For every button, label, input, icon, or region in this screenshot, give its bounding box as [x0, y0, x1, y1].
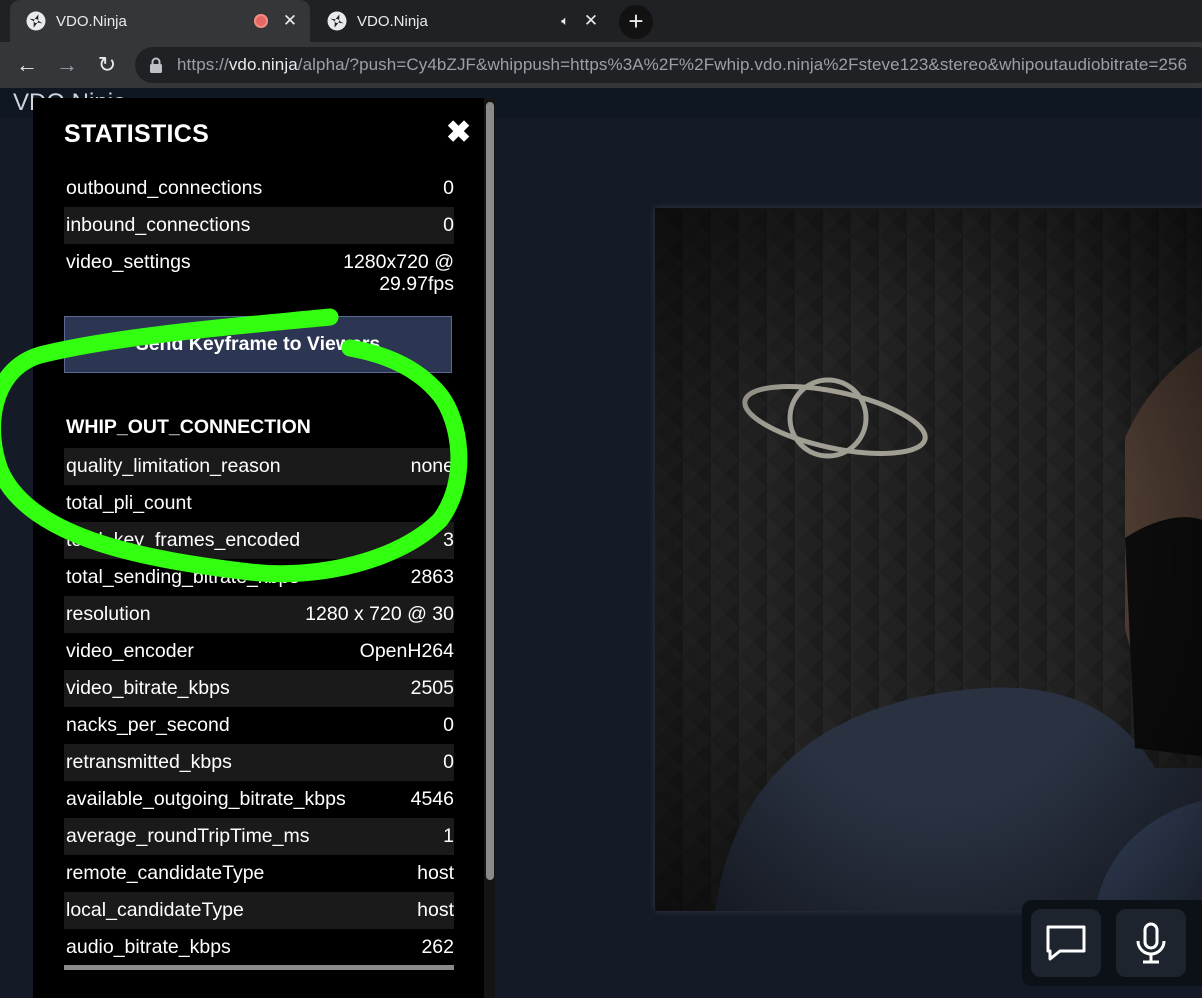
tab-title: VDO.Ninja [56, 12, 127, 30]
stat-key: local_candidateType [66, 899, 244, 921]
close-icon[interactable]: ✖ [446, 118, 471, 148]
browser-tab-1[interactable]: VDO.Ninja ✕ [10, 0, 310, 42]
lock-icon [149, 57, 163, 73]
stat-key: video_bitrate_kbps [66, 677, 230, 699]
stat-value: host [417, 862, 454, 884]
statistics-title: STATISTICS [64, 120, 210, 148]
stat-row: audio_bitrate_kbps 262 [64, 929, 454, 966]
stat-row: video_encoder OpenH264 [64, 633, 454, 670]
stat-value: 0 [443, 492, 454, 514]
microphone-icon [1136, 922, 1166, 964]
stat-value: 1280x720 @ 29.97fps [343, 251, 454, 295]
stat-row: total_sending_bitrate_kbps 2863 [64, 559, 454, 596]
horizontal-scrollbar[interactable] [64, 965, 454, 970]
send-keyframe-button[interactable]: Send Keyframe to Viewers [64, 316, 452, 373]
back-arrow-icon[interactable]: ← [12, 50, 42, 80]
stat-value: 3 [443, 529, 454, 551]
stat-key: audio_bitrate_kbps [66, 936, 231, 958]
stat-row: total_key_frames_encoded 3 [64, 522, 454, 559]
tab-close-icon[interactable]: ✕ [282, 11, 298, 31]
url-text: https://vdo.ninja/alpha/?push=Cy4bZJF&wh… [177, 55, 1187, 75]
stat-value: 1 [443, 825, 454, 847]
stat-key: video_encoder [66, 640, 194, 662]
stat-row: total_pli_count 0 [64, 485, 454, 522]
stat-row: retransmitted_kbps 0 [64, 744, 454, 781]
stat-key: retransmitted_kbps [66, 751, 232, 773]
chat-button[interactable] [1031, 909, 1101, 977]
stat-value: 0 [443, 177, 454, 199]
stat-row: inbound_connections 0 [64, 207, 454, 244]
stat-value: 0 [443, 214, 454, 236]
stat-value: 2863 [410, 566, 454, 588]
reload-icon[interactable]: ↻ [92, 50, 122, 80]
call-controls [1022, 900, 1202, 986]
stat-key: outbound_connections [66, 177, 263, 199]
stat-key: remote_candidateType [66, 862, 265, 884]
stat-value: 4546 [410, 788, 454, 810]
stat-value: 0 [443, 751, 454, 773]
stat-row: outbound_connections 0 [64, 170, 454, 207]
stat-row: resolution 1280 x 720 @ 30 [64, 596, 454, 633]
vdo-ninja-favicon-icon [26, 11, 46, 31]
stat-key: average_roundTripTime_ms [66, 825, 310, 847]
whip-stats-list: quality_limitation_reason none total_pli_… [64, 448, 454, 966]
scrollbar-thumb[interactable] [486, 102, 494, 880]
stat-row: video_settings 1280x720 @ 29.97fps [64, 244, 454, 303]
video-preview[interactable] [655, 208, 1202, 911]
tab-title: VDO.Ninja [357, 12, 428, 30]
stat-value: 262 [421, 936, 454, 958]
stat-value: 2505 [410, 677, 454, 699]
section-title: WHIP_OUT_CONNECTION [66, 416, 311, 438]
stat-key: inbound_connections [66, 214, 251, 236]
new-tab-button[interactable]: + [619, 5, 653, 39]
browser-toolbar: ← → ↻ https://vdo.ninja/alpha/?push=Cy4b… [0, 42, 1202, 88]
stat-row: quality_limitation_reason none [64, 448, 454, 485]
chat-bubble-icon [1046, 925, 1086, 961]
stat-value: 0 [443, 714, 454, 736]
stats-list: outbound_connections 0 inbound_connectio… [64, 170, 454, 303]
url-host: vdo.ninja [228, 55, 298, 74]
tab-close-icon[interactable]: ✕ [583, 11, 599, 31]
speaker-icon[interactable]: 🔈︎ [561, 13, 569, 29]
recording-indicator-icon [254, 14, 268, 28]
stat-row: average_roundTripTime_ms 1 [64, 818, 454, 855]
stat-row: video_bitrate_kbps 2505 [64, 670, 454, 707]
stat-row: available_outgoing_bitrate_kbps 4546 [64, 781, 454, 818]
stat-key: total_sending_bitrate_kbps [66, 566, 300, 588]
stat-value: none [410, 455, 454, 477]
url-scheme: https:// [177, 55, 229, 74]
stat-row: local_candidateType host [64, 892, 454, 929]
stat-key: resolution [66, 603, 151, 625]
stat-key: quality_limitation_reason [66, 455, 281, 477]
stat-key: available_outgoing_bitrate_kbps [66, 788, 346, 810]
vdo-ninja-favicon-icon [327, 11, 347, 31]
page-content: VDO.Ninja [0, 88, 1202, 998]
stat-key: total_pli_count [66, 492, 192, 514]
browser-tab-strip: VDO.Ninja ✕ VDO.Ninja 🔈︎ ✕ + [0, 0, 1202, 42]
stat-key: total_key_frames_encoded [66, 529, 301, 551]
stat-key: nacks_per_second [66, 714, 230, 736]
forward-arrow-icon[interactable]: → [52, 50, 82, 80]
stat-value: 1280 x 720 @ 30 [305, 603, 454, 625]
stat-value: host [417, 899, 454, 921]
stat-row: nacks_per_second 0 [64, 707, 454, 744]
video-frame-image [655, 208, 1202, 911]
address-bar[interactable]: https://vdo.ninja/alpha/?push=Cy4bZJF&wh… [135, 47, 1202, 83]
url-path: /alpha/?push=Cy4bZJF&whippush=https%3A%2… [297, 55, 1188, 74]
stat-key: video_settings [66, 251, 191, 273]
statistics-panel: STATISTICS ✖ outbound_connections 0 inbo… [33, 98, 495, 998]
stat-value: OpenH264 [359, 640, 454, 662]
browser-tab-2[interactable]: VDO.Ninja 🔈︎ ✕ [311, 0, 611, 42]
microphone-button[interactable] [1116, 909, 1186, 977]
stat-row: remote_candidateType host [64, 855, 454, 892]
